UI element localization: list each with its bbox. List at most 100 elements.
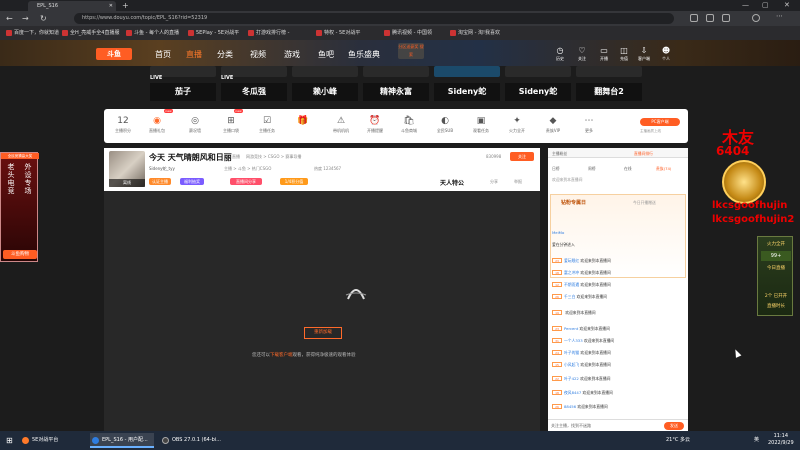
nav-category[interactable]: 分类 [217,49,233,60]
browser-tab[interactable]: EPL_S16 ✕ [28,1,116,11]
bookmark-item[interactable]: 腾讯视频 - 中国领 [384,29,432,36]
follow-button[interactable]: 关注 [510,152,534,161]
edge-icon [92,437,99,444]
left-promo-banner[interactable]: 全民竞猜赢大奖 老头电竞 外设专场 斗鱼购物 [0,152,39,262]
toolbar-gift-pack[interactable]: ◉ 直播礼包 [142,114,172,134]
anchor-card[interactable]: 精神永富 [363,83,429,101]
anchor-name[interactable]: Sideny蛇_tyy [149,166,175,172]
toolbar-item[interactable]: ◎ 赛况墙 [180,114,210,134]
anchor-card[interactable]: Sideny蛇 [505,83,571,101]
weather-widget[interactable]: 21°C 多云 [666,436,690,443]
bookmark-item[interactable]: 全H_亮威手全4直播服 [62,29,119,36]
toolbar-item[interactable]: 🛍 斗鱼商城 [394,114,424,134]
right-promo-banner[interactable]: 火力全开 99+ 今日直播 2个 已开开 直播时长 [757,236,793,316]
room-pill[interactable]: 福利抽奖 [180,178,204,185]
anchor-card[interactable]: 茄子 [150,83,216,101]
system-clock[interactable]: 11:14 2022/9/29 [768,433,794,447]
nav-live[interactable]: 直播 [186,49,202,60]
search-button[interactable]: 分区送豪奖 搜索 [398,43,424,59]
rank-header: 主播粉丝 直播间排行 [548,148,688,158]
taskbar-app[interactable]: OBS 27.0.1 (64-bi... [160,433,222,448]
bookmark-item[interactable]: 特权 - 5E对战平 [316,29,360,36]
header-broadcast[interactable]: ▭ 开播 [594,46,614,62]
nav-game[interactable]: 游戏 [284,49,300,60]
anchor-card[interactable]: 赖小峰 [292,83,358,101]
toolbar-item[interactable]: ⊞ 主播口袋 [216,114,246,134]
toolbar-points[interactable]: 12 主播积分 [108,114,138,134]
header-history[interactable]: ◷ 历史 [550,46,570,62]
anchor-card[interactable]: Sideny蛇 [434,83,500,101]
fans-count: 830998 [486,154,502,159]
new-badge: new [164,109,173,113]
taskbar-app[interactable]: EPL_S16 - 用户配... [90,433,154,448]
room-pill[interactable]: 1/4积分值 [280,178,308,185]
nav-festival[interactable]: 鱼乐盛典 [348,49,380,60]
header-user[interactable]: ☻ 个人 [656,46,676,62]
download-client-link[interactable]: 下载客户端 [270,353,293,358]
anchor-thumb [434,66,500,77]
anchor-card[interactable]: 冬瓜强 [221,83,287,101]
collections-icon[interactable] [722,14,730,22]
tab-room-rank[interactable]: 直播间排行 [634,151,653,157]
input-language[interactable]: 英 [754,436,759,443]
share-button[interactable]: 分享 [490,179,498,185]
header-follow[interactable]: ♡ 关注 [572,46,592,62]
chat-message: 15 小风起飞 欢迎来到本直播间 [552,362,611,368]
new-tab-button[interactable]: + [122,0,129,11]
extension-icon[interactable] [690,14,698,22]
nav-video[interactable]: 视频 [250,49,266,60]
tab-noble[interactable]: 贵族(74) [656,166,671,172]
start-button[interactable]: ⊞ [2,433,13,448]
profile-icon[interactable] [752,14,760,22]
douyu-logo[interactable]: 斗鱼 [96,48,132,60]
report-button[interactable]: 举报 [514,179,522,185]
minimize-button[interactable]: — [742,0,749,11]
tab-daily[interactable]: 日榜 [552,166,560,172]
reload-button[interactable]: ↻ [40,13,47,24]
toolbar-item[interactable]: ⏰ 开播提醒 [360,114,390,134]
tab-weekly[interactable]: 周榜 [588,166,596,172]
header-recharge[interactable]: ◫ 充值 [614,46,634,62]
room-category[interactable]: 网游竞技 > CSGO > 赛事导播 [246,154,301,160]
toolbar-item[interactable]: ☑ 主播任务 [252,114,282,134]
toggle-icon: ◉ [153,116,161,126]
toolbar-item[interactable]: ◐ 全民SUB [430,114,460,134]
toolbar-item[interactable]: ⚠ 带机机机 [326,114,356,134]
toolbar-item[interactable]: ✦ 火力全开 [502,114,532,134]
live-label: LIVE [221,75,234,81]
forward-button[interactable]: → [22,13,29,24]
reload-player-button[interactable]: 重新加载 [304,327,342,339]
close-window-button[interactable]: ✕ [784,0,790,11]
back-button[interactable]: ← [6,13,13,24]
toolbar-more[interactable]: ⋯ 更多 [574,114,604,134]
nav-yuba[interactable]: 鱼吧 [318,49,334,60]
send-button[interactable]: 发送 [664,422,684,430]
taskbar-app[interactable]: 5E对战平台 [20,433,84,448]
video-player[interactable]: 重新加载 您还可以下载客户端观看，获得纯净极速的观看体验 [104,191,540,431]
maximize-button[interactable]: ▢ [762,0,769,11]
close-tab-icon[interactable]: ✕ [109,1,113,11]
more-menu-icon[interactable]: ⋯ [776,13,784,21]
chat-panel: 主播粉丝 直播间排行 日榜 周榜 在线 贵族(74) 欢迎来到本直播间 钻粉专属… [548,148,688,431]
bookmark-item[interactable]: 打游戏排行榜 - [248,29,289,36]
nav-home[interactable]: 首页 [155,49,171,60]
promo-shop-button[interactable]: 斗鱼购物 [3,250,37,259]
room-pill[interactable]: 直播间分享 [230,178,262,185]
toolbar-item[interactable]: ◆ 贵族VIP [538,114,568,134]
bookmark-item[interactable]: 斗鱼 - 每个人的直播 [126,29,179,36]
anchor-avatar[interactable]: 离线 [109,151,145,187]
bookmark-item[interactable]: 百度一下，你就知道 [6,29,59,36]
room-pill[interactable]: 认证主播 [149,178,171,185]
bookmark-item[interactable]: 5EPlay - 5E对战平 [188,29,239,36]
tab-anchor-fans[interactable]: 主播粉丝 [552,151,567,157]
toolbar-item[interactable]: ▣ 观看任务 [466,114,496,134]
favorites-icon[interactable] [706,14,714,22]
tab-online[interactable]: 在线 [624,166,632,172]
chat-input[interactable]: 关注主播，找到不迷路 发送 [548,419,688,431]
anchor-card[interactable]: 翻舞台2 [576,83,642,101]
pc-client-button[interactable]: PC客户端 [640,118,680,126]
toolbar-item[interactable]: 🎁 [288,114,318,128]
url-field[interactable]: https://www.douyu.com/topic/EPL_S16?rid=… [74,13,674,24]
header-client[interactable]: ⇩ 客户端 [634,46,654,62]
bookmark-item[interactable]: 淘宝网 - 淘!我喜欢 [450,29,500,36]
